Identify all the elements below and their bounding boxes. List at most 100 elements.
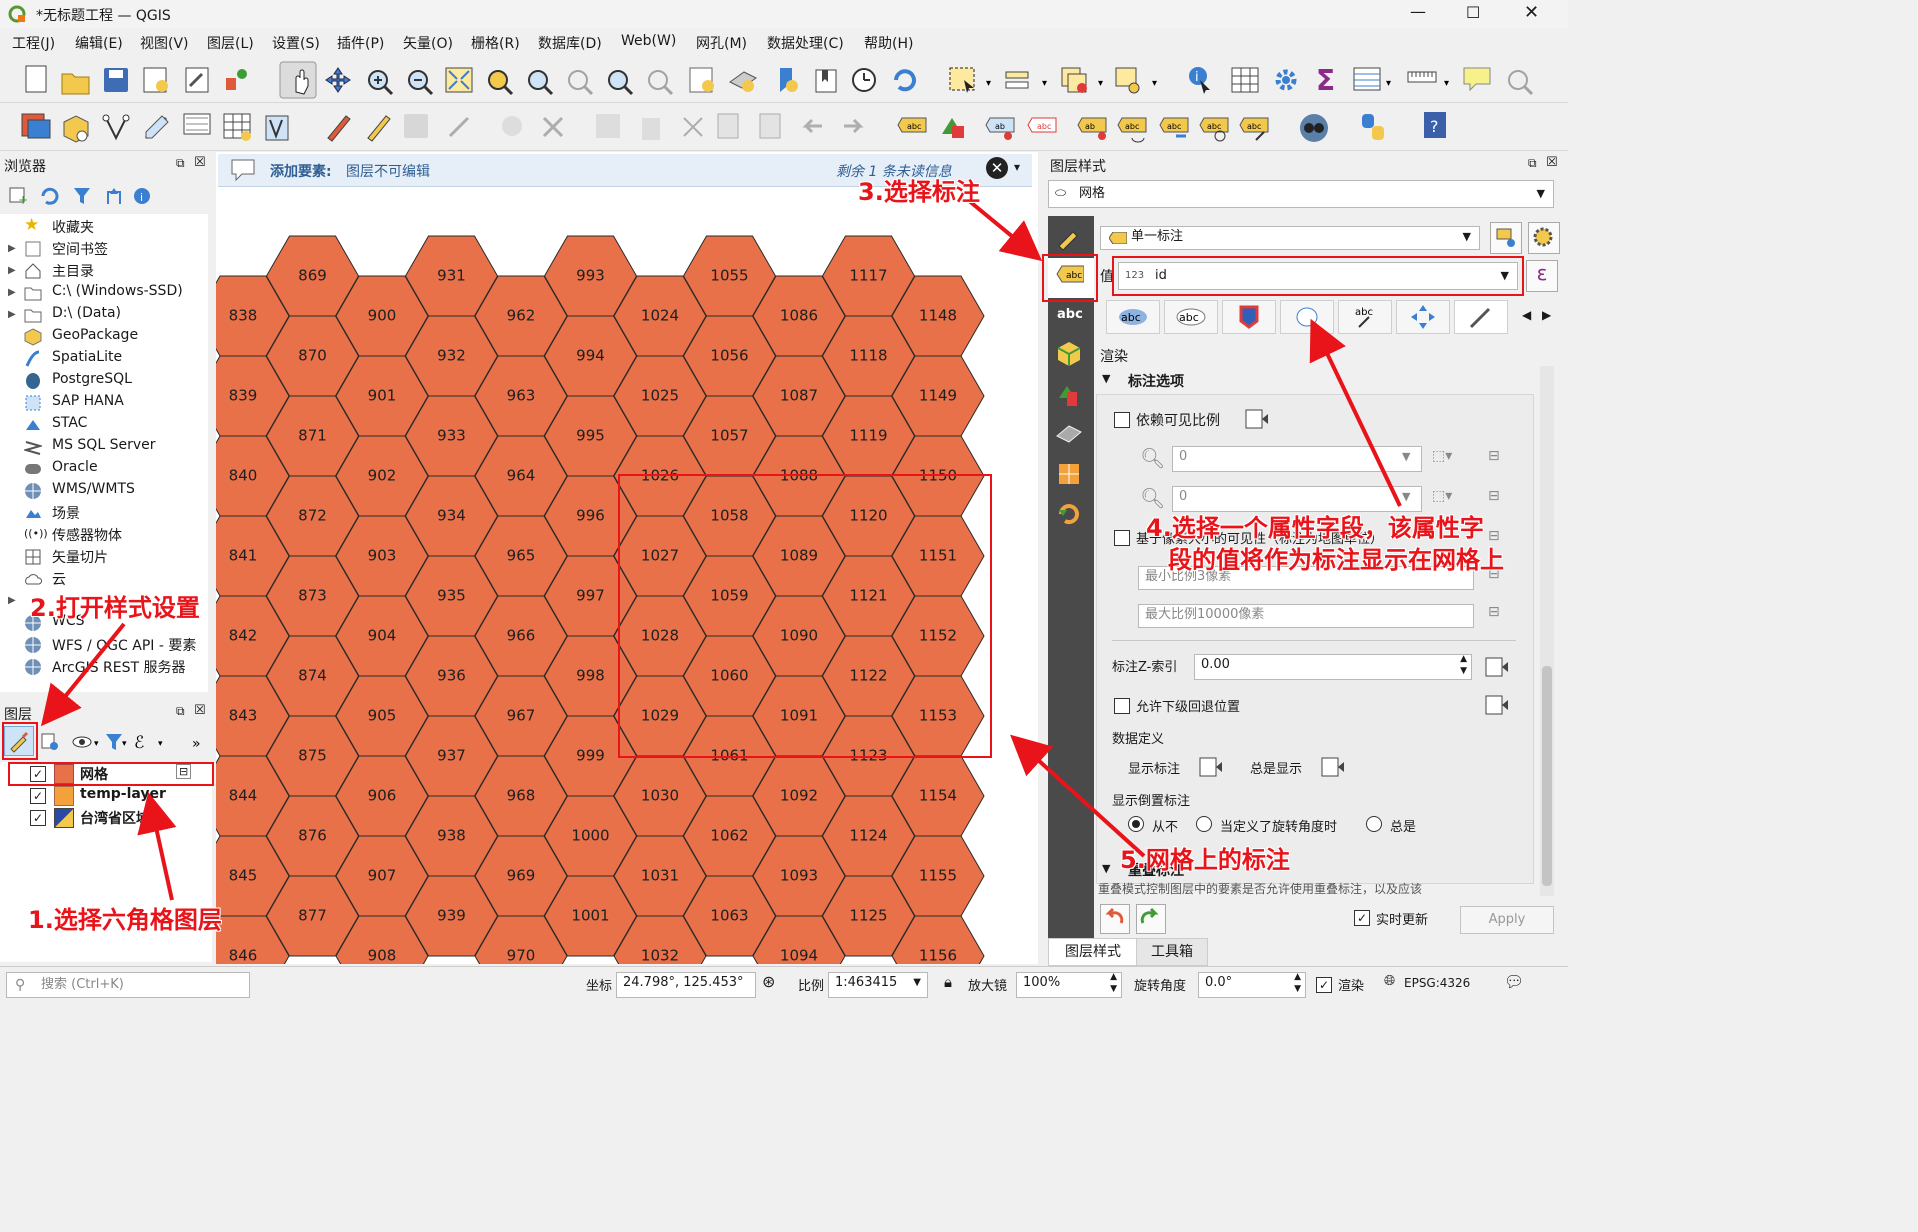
fields-icon[interactable]	[1055, 420, 1083, 448]
hex-label: 932	[437, 347, 466, 365]
layer-name-taiwan[interactable]: 台湾省区域	[80, 808, 150, 828]
menu-vector[interactable]: 矢量(O)	[403, 33, 453, 53]
panel-close-icon[interactable]: ☒	[1546, 155, 1558, 170]
magnifier-spinbox[interactable]: 100% ▲ ▼	[1016, 972, 1122, 998]
svg-text:i: i	[140, 191, 143, 204]
menu-help[interactable]: 帮助(H)	[864, 33, 913, 53]
tab-placement[interactable]	[1396, 300, 1450, 334]
close-button[interactable]: ✕	[1524, 2, 1539, 23]
locator-search[interactable]: 搜索 (Ctrl+K) ⚲	[6, 972, 250, 998]
coordinate-field[interactable]: 24.798°, 125.453°	[616, 972, 756, 998]
panel-float-icon[interactable]: ⧉	[176, 156, 185, 171]
data-defined-icon[interactable]	[1320, 756, 1346, 778]
rotation-spinbox[interactable]: 0.0° ▲ ▼	[1198, 972, 1306, 998]
close-message-icon[interactable]: ✕	[986, 157, 1008, 179]
expression-button[interactable]: ε	[1526, 260, 1558, 292]
menu-layer[interactable]: 图层(L)	[207, 33, 254, 53]
menu-plugins[interactable]: 插件(P)	[337, 33, 384, 53]
label-settings-button[interactable]	[1528, 222, 1560, 254]
hex-label: 1086	[780, 307, 818, 325]
collapse-icon[interactable]: ▼	[1102, 862, 1110, 875]
crs-label[interactable]: EPSG:4326	[1404, 976, 1470, 990]
chevron-down-icon[interactable]: ▾	[1014, 160, 1020, 174]
tab-layer-styling[interactable]: 图层样式	[1048, 938, 1138, 966]
menu-web[interactable]: Web(W)	[621, 33, 676, 49]
tab-mask[interactable]	[1280, 300, 1334, 334]
layer-combo[interactable]: 网格 ⬭ ▼	[1048, 180, 1554, 208]
scrollbar-thumb[interactable]	[1542, 666, 1552, 886]
menu-raster[interactable]: 栅格(R)	[471, 33, 520, 53]
tab-buffer[interactable]	[1222, 300, 1276, 334]
expand-icon[interactable]: ▶	[8, 287, 16, 298]
tab-rendering[interactable]	[1454, 300, 1508, 334]
label-mode-combo[interactable]: 单一标注 ▼	[1100, 226, 1480, 250]
menu-mesh[interactable]: 网孔(M)	[696, 33, 747, 53]
panel-scrollbar[interactable]	[1540, 366, 1554, 896]
hex-label: 1155	[919, 867, 957, 885]
history-icon[interactable]	[1055, 500, 1083, 528]
radio-never[interactable]	[1128, 816, 1144, 832]
masks-icon[interactable]: abc	[1055, 302, 1083, 330]
menu-edit[interactable]: 编辑(E)	[75, 33, 123, 53]
menu-processing[interactable]: 数据处理(C)	[767, 33, 844, 53]
expand-icon[interactable]: ▶	[8, 243, 16, 254]
tab-scroll-right-icon[interactable]: ▶	[1542, 308, 1551, 322]
panel-float-icon[interactable]: ⧉	[1528, 156, 1537, 171]
radio-rotation[interactable]	[1196, 816, 1212, 832]
attributes-form-icon[interactable]	[1055, 460, 1083, 488]
layer-name-temp[interactable]: temp-layer	[80, 786, 166, 802]
radio-always-label: 总是	[1390, 820, 1417, 835]
data-defined-icon[interactable]	[1244, 408, 1270, 430]
undo-button[interactable]	[1100, 904, 1130, 934]
menu-view[interactable]: 视图(V)	[140, 33, 189, 53]
toggle-extents-icon[interactable]: ⊛	[762, 972, 775, 991]
expand-icon[interactable]: ▶	[8, 309, 16, 320]
symbology-icon[interactable]	[1055, 224, 1083, 252]
min-scale-field[interactable]: 0	[1172, 446, 1422, 472]
spin-arrows-icon[interactable]: ▲ ▼	[1460, 653, 1467, 677]
minimize-button[interactable]: —	[1410, 2, 1426, 21]
collapse-icon[interactable]: ▼	[1102, 372, 1110, 385]
render-checkbox[interactable]: ✓	[1316, 977, 1332, 993]
layers-title: 图层	[4, 707, 32, 723]
3d-view-icon[interactable]	[1055, 340, 1083, 368]
title-bar: *无标题工程 — QGIS — ☐ ✕	[0, 0, 1568, 28]
menu-settings[interactable]: 设置(S)	[272, 33, 320, 53]
lock-icon[interactable]: 🔒︎	[944, 973, 952, 991]
layer-visibility-checkbox[interactable]: ✓	[30, 810, 46, 826]
apply-button[interactable]: Apply	[1460, 906, 1554, 934]
scale-combo[interactable]: 1:463415 ▼	[828, 972, 928, 998]
maximize-button[interactable]: ☐	[1466, 3, 1480, 22]
spin-arrows-icon[interactable]: ▲ ▼	[1110, 971, 1117, 995]
tab-toolbox[interactable]: 工具箱	[1136, 938, 1208, 966]
layer-visibility-checkbox[interactable]: ✓	[30, 788, 46, 804]
radio-always[interactable]	[1366, 816, 1382, 832]
svg-text:abc: abc	[1179, 311, 1199, 324]
max-pixel-field[interactable]: 最大比例10000像素	[1138, 604, 1474, 628]
diagrams-icon[interactable]	[1055, 380, 1083, 408]
panel-float-icon[interactable]: ⧉	[176, 704, 185, 719]
data-defined-icon[interactable]	[1484, 694, 1510, 716]
spin-arrows-icon[interactable]: ▲ ▼	[1294, 971, 1301, 995]
tab-text[interactable]: abc	[1106, 300, 1160, 334]
data-defined-icon[interactable]	[1198, 756, 1224, 778]
hex-label: 1118	[849, 347, 887, 365]
menu-database[interactable]: 数据库(D)	[538, 33, 602, 53]
expand-icon[interactable]: ▶	[8, 265, 16, 276]
data-defined-icon[interactable]	[1484, 656, 1510, 678]
tab-scroll-left-icon[interactable]: ◀	[1522, 308, 1531, 322]
tab-background[interactable]: abc	[1338, 300, 1392, 334]
tab-formatting[interactable]: abc	[1164, 300, 1218, 334]
z-index-spinbox[interactable]: 0.00 ▲ ▼	[1194, 654, 1472, 680]
pixel-size-checkbox[interactable]	[1114, 530, 1130, 546]
live-update-checkbox[interactable]: ✓	[1354, 910, 1370, 926]
panel-close-icon[interactable]: ☒	[194, 155, 206, 170]
allow-fallback-checkbox[interactable]	[1114, 698, 1130, 714]
messages-icon[interactable]: 💬︎	[1504, 972, 1524, 991]
label-style-button[interactable]	[1490, 222, 1522, 254]
redo-button[interactable]	[1136, 904, 1166, 934]
scale-dependent-checkbox[interactable]	[1114, 412, 1130, 428]
expand-icon[interactable]: ▶	[8, 595, 16, 606]
panel-close-icon[interactable]: ☒	[194, 703, 206, 718]
menu-project[interactable]: 工程(J)	[12, 33, 55, 53]
